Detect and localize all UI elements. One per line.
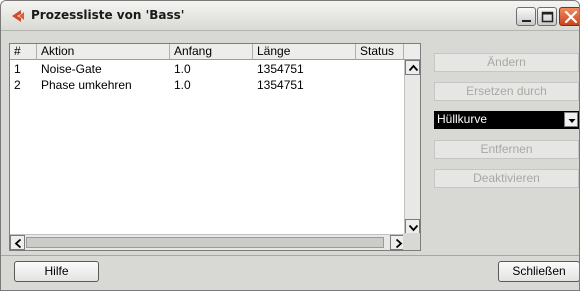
process-table: # Aktion Anfang Länge Status 1 Noise-Gat… xyxy=(9,43,421,251)
dropdown-value: Hüllkurve xyxy=(437,112,488,126)
row-laenge: 1354751 xyxy=(257,62,304,76)
window-title: Prozessliste von 'Bass' xyxy=(31,8,185,22)
scroll-left-button[interactable] xyxy=(10,235,25,250)
scroll-down-button[interactable] xyxy=(405,219,420,234)
scrollbar-corner xyxy=(403,233,420,250)
row-laenge: 1354751 xyxy=(257,78,304,92)
footer-separator xyxy=(1,255,579,256)
minimize-button[interactable] xyxy=(516,7,536,26)
row-anfang: 1.0 xyxy=(174,62,191,76)
column-header-index[interactable]: # xyxy=(10,44,37,59)
aendern-button[interactable]: Ändern xyxy=(434,53,579,72)
scroll-up-button[interactable] xyxy=(405,60,420,75)
column-header-anfang[interactable]: Anfang xyxy=(170,44,253,59)
horizontal-scroll-thumb[interactable] xyxy=(26,237,384,248)
hilfe-button[interactable]: Hilfe xyxy=(14,261,99,282)
table-row[interactable]: 2 Phase umkehren 1.0 1354751 xyxy=(10,78,402,93)
table-header: # Aktion Anfang Länge Status xyxy=(10,44,420,60)
entfernen-button[interactable]: Entfernen xyxy=(434,140,579,159)
dropdown-toggle[interactable] xyxy=(564,112,578,127)
row-index: 1 xyxy=(14,62,21,76)
arrow-up-icon xyxy=(408,64,419,72)
maximize-icon xyxy=(541,11,554,23)
process-select-dropdown[interactable]: Hüllkurve xyxy=(434,111,579,129)
close-button[interactable] xyxy=(559,7,579,26)
arrow-left-icon xyxy=(14,238,22,249)
row-aktion: Noise-Gate xyxy=(41,62,102,76)
cubase-logo-icon xyxy=(9,8,27,24)
minimize-icon xyxy=(522,20,531,22)
chevron-down-icon xyxy=(568,119,576,123)
deaktivieren-button[interactable]: Deaktivieren xyxy=(434,169,579,188)
row-aktion: Phase umkehren xyxy=(41,78,132,92)
maximize-button[interactable] xyxy=(537,7,557,26)
table-row[interactable]: 1 Noise-Gate 1.0 1354751 xyxy=(10,62,402,77)
vertical-scrollbar[interactable] xyxy=(404,60,420,234)
horizontal-scrollbar[interactable] xyxy=(10,234,405,250)
column-header-status[interactable]: Status xyxy=(356,44,404,59)
row-index: 2 xyxy=(14,78,21,92)
column-header-laenge[interactable]: Länge xyxy=(253,44,356,59)
schliessen-button[interactable]: Schließen xyxy=(498,261,579,282)
close-icon xyxy=(564,10,578,24)
row-anfang: 1.0 xyxy=(174,78,191,92)
ersetzen-durch-button[interactable]: Ersetzen durch xyxy=(434,82,579,101)
title-bar[interactable]: Prozessliste von 'Bass' xyxy=(1,1,579,31)
column-header-aktion[interactable]: Aktion xyxy=(37,44,170,59)
process-list-window: Prozessliste von 'Bass' # Aktion Anfang … xyxy=(0,0,580,291)
